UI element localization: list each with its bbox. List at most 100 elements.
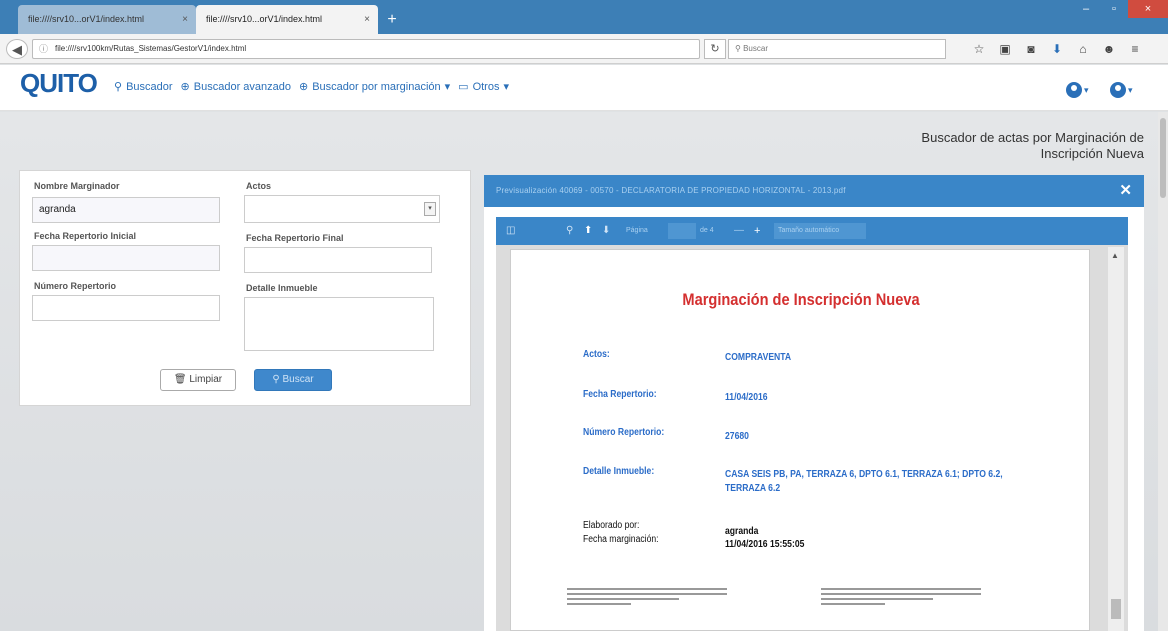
menu-label: Buscador bbox=[126, 80, 173, 93]
window-controls: – ▫ × bbox=[1072, 0, 1168, 18]
menu-label: Otros bbox=[472, 80, 500, 93]
maximize-icon[interactable]: ▫ bbox=[1100, 0, 1128, 18]
pdf-viewer: ◫ ⚲ ⬆ ⬇ Página de 4 — + Tamaño automátic… bbox=[496, 217, 1128, 631]
menu-item-otros[interactable]: ▭ Otros ▾ bbox=[458, 80, 509, 94]
detalle-label: Detalle Inmueble bbox=[246, 283, 318, 293]
arrow-down-icon[interactable]: ⬇ bbox=[602, 217, 610, 245]
pdf-page: Marginación de Inscripción Nueva Actos: … bbox=[510, 249, 1090, 631]
page-title: Buscador de actas por Marginación de Ins… bbox=[820, 130, 1144, 162]
page-input[interactable] bbox=[668, 223, 696, 239]
menu-item-buscador-marginacion[interactable]: ⊕ Buscador por marginación ▾ bbox=[299, 80, 451, 94]
main-menu: ⚲ Buscador ⊕ Buscador avanzado ⊕ Buscado… bbox=[114, 80, 509, 94]
numero-input[interactable] bbox=[32, 295, 220, 321]
actos-select[interactable]: ▾ bbox=[244, 195, 440, 223]
pdf-scrollbar[interactable]: ▲ bbox=[1108, 247, 1124, 631]
clear-button[interactable]: 🗑 Limpiar bbox=[160, 369, 236, 391]
zoom-in-icon[interactable]: + bbox=[754, 217, 760, 245]
search-icon[interactable]: ⚲ bbox=[566, 217, 573, 245]
user-circle-icon bbox=[1110, 82, 1126, 98]
browser-tab-1[interactable]: file:////srv10...orV1/index.html × bbox=[18, 5, 196, 34]
fecha-final-input[interactable] bbox=[244, 247, 432, 273]
signature-block-right bbox=[821, 588, 981, 610]
scroll-thumb[interactable] bbox=[1111, 599, 1121, 619]
tab-label: file:////srv10...orV1/index.html bbox=[206, 14, 323, 24]
browser-tab-2[interactable]: file:////srv10...orV1/index.html × bbox=[196, 5, 378, 34]
caret-down-icon: ▾ bbox=[444, 81, 451, 93]
search-form: Nombre Marginador agranda Actos ▾ Fecha … bbox=[19, 170, 471, 406]
download-icon[interactable]: ⬇ bbox=[1046, 39, 1068, 59]
logo[interactable]: QUITO bbox=[20, 70, 98, 102]
search-icon: ⚲ bbox=[735, 44, 744, 53]
reload-icon[interactable]: ↻ bbox=[704, 39, 726, 59]
search-plus-icon: ⊕ bbox=[299, 81, 309, 93]
search-label: Buscar bbox=[282, 374, 314, 385]
actos-label: Actos bbox=[246, 181, 272, 191]
elaborado-label: Elaborado por: bbox=[583, 520, 640, 531]
home-icon[interactable]: ⌂ bbox=[1072, 39, 1094, 59]
menu-icon[interactable]: ≡ bbox=[1124, 39, 1146, 59]
plus-icon[interactable]: + bbox=[384, 12, 400, 28]
fecha-marg-label: Fecha marginación: bbox=[583, 534, 659, 545]
browser-window: file:////srv10...orV1/index.html × file:… bbox=[0, 0, 1168, 631]
fecha-inicial-input[interactable] bbox=[32, 245, 220, 271]
extension-icon[interactable]: ☻ bbox=[1098, 39, 1120, 59]
close-icon[interactable]: × bbox=[364, 5, 370, 34]
zoom-value: Tamaño automático bbox=[778, 227, 840, 234]
settings-menu[interactable]: ▾ bbox=[1110, 81, 1133, 99]
fecha-final-label: Fecha Repertorio Final bbox=[246, 233, 344, 243]
search-button[interactable]: ⚲ Buscar bbox=[254, 369, 332, 391]
menu-label: Buscador avanzado bbox=[193, 80, 291, 93]
detalle-row-label: Detalle Inmueble: bbox=[583, 466, 655, 477]
clipboard-icon[interactable]: ▣ bbox=[994, 39, 1016, 59]
document-title: Marginación de Inscripción Nueva bbox=[682, 290, 920, 309]
detalle-textarea[interactable] bbox=[244, 297, 434, 351]
search-icon: ⚲ bbox=[272, 374, 283, 385]
elaborado-value: agranda bbox=[725, 526, 759, 537]
url-text: file:////srv100km/Rutas_Sistemas/GestorV… bbox=[55, 44, 247, 53]
search-input[interactable]: ⚲ Buscar bbox=[728, 39, 946, 59]
arrow-up-icon[interactable]: ⬆ bbox=[584, 217, 592, 245]
user-icon bbox=[1066, 82, 1082, 98]
page-scrollbar[interactable] bbox=[1158, 112, 1168, 631]
nombre-input[interactable]: agranda bbox=[32, 197, 220, 223]
actos-row-value: COMPRAVENTA bbox=[725, 352, 792, 363]
trash-icon: 🗑 bbox=[173, 374, 190, 385]
fecha-marg-value: 11/04/2016 15:55:05 bbox=[725, 539, 805, 550]
close-icon[interactable]: × bbox=[1128, 0, 1168, 18]
scroll-thumb[interactable] bbox=[1160, 118, 1166, 198]
modal-header: Previsualización 40069 - 00570 - DECLARA… bbox=[484, 175, 1144, 207]
clear-label: Limpiar bbox=[189, 374, 223, 385]
info-icon: ⓘ bbox=[39, 44, 49, 54]
user-menu[interactable]: ▾ bbox=[1066, 81, 1089, 99]
chevron-down-icon: ▾ bbox=[424, 202, 436, 216]
app-header: QUITO ⚲ Buscador ⊕ Buscador avanzado ⊕ B… bbox=[0, 65, 1168, 111]
tab-bar: file:////srv10...orV1/index.html × file:… bbox=[0, 0, 1168, 34]
modal-title: Previsualización 40069 - 00570 - DECLARA… bbox=[496, 186, 846, 195]
numero-row-label: Número Repertorio: bbox=[583, 427, 665, 438]
preview-modal: Previsualización 40069 - 00570 - DECLARA… bbox=[484, 175, 1144, 631]
search-icon: ⚲ bbox=[114, 81, 123, 93]
pocket-icon[interactable]: ◙ bbox=[1020, 39, 1042, 59]
detalle-row-value: CASA SEIS PB, PA, TERRAZA 6, DPTO 6.1, T… bbox=[725, 469, 1003, 494]
caret-up-icon: ▲ bbox=[1111, 251, 1119, 260]
star-icon[interactable]: ☆ bbox=[968, 39, 990, 59]
fecha-inicial-label: Fecha Repertorio Inicial bbox=[34, 231, 137, 241]
close-icon[interactable]: × bbox=[182, 5, 188, 34]
numero-row-value: 27680 bbox=[725, 431, 749, 442]
signature-block-left bbox=[567, 588, 727, 610]
numero-label: Número Repertorio bbox=[34, 281, 117, 291]
page-count: de 4 bbox=[700, 227, 714, 234]
sidebar-toggle-icon[interactable]: ◫ bbox=[506, 217, 515, 245]
menu-item-buscador-avanzado[interactable]: ⊕ Buscador avanzado bbox=[181, 80, 291, 94]
page-title-line-2: Inscripción Nueva bbox=[1040, 146, 1144, 161]
close-icon[interactable]: ✕ bbox=[1119, 175, 1132, 207]
zoom-out-icon[interactable]: — bbox=[734, 217, 744, 245]
zoom-select[interactable]: Tamaño automático bbox=[774, 223, 866, 239]
menu-item-buscador[interactable]: ⚲ Buscador bbox=[114, 80, 173, 94]
url-bar[interactable]: ⓘ file:////srv100km/Rutas_Sistemas/Gesto… bbox=[32, 39, 700, 59]
minimize-icon[interactable]: – bbox=[1072, 0, 1100, 18]
fecha-row-value: 11/04/2016 bbox=[725, 392, 768, 403]
back-button[interactable]: ◀ bbox=[6, 39, 28, 59]
page-label: Página bbox=[626, 227, 648, 234]
actos-row-label: Actos: bbox=[583, 349, 610, 360]
